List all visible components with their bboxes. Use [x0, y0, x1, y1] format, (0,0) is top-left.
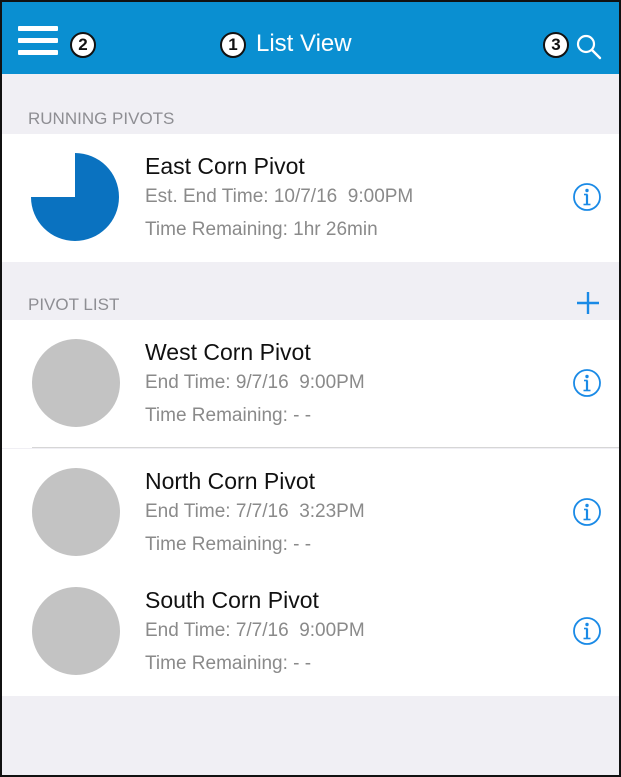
- pivot-time-remaining: Time Remaining: - -: [145, 534, 312, 555]
- callout-marker-3: 3: [543, 32, 569, 58]
- pivot-time-remaining: Time Remaining: - -: [145, 653, 312, 674]
- pivot-time-remaining: Time Remaining: 1hr 26min: [145, 219, 378, 240]
- pivot-list-row[interactable]: North Corn Pivot End Time: 7/7/16 3:23PM…: [2, 449, 619, 577]
- pivot-end-time: End Time: 7/7/16 3:23PM: [145, 501, 365, 522]
- pivot-name: West Corn Pivot: [145, 339, 311, 365]
- progress-pie-fill: [31, 153, 119, 241]
- navigation-bar: 2 1 List View 3: [2, 2, 619, 74]
- running-pivot-row[interactable]: East Corn Pivot Est. End Time: 10/7/16 9…: [2, 134, 619, 262]
- search-icon[interactable]: [574, 32, 604, 62]
- running-pivots-section-header: RUNNING PIVOTS: [2, 104, 619, 134]
- pivot-end-time: End Time: 7/7/16 9:00PM: [145, 620, 365, 641]
- progress-pie-chart: [31, 153, 119, 241]
- info-icon[interactable]: [572, 182, 602, 212]
- pivot-name: North Corn Pivot: [145, 468, 316, 494]
- pivot-list-row[interactable]: West Corn Pivot End Time: 9/7/16 9:00PM …: [2, 320, 619, 448]
- pivot-avatar: [32, 587, 120, 675]
- pivot-end-time: End Time: 9/7/16 9:00PM: [145, 372, 365, 393]
- callout-marker-2: 2: [70, 32, 96, 58]
- section-title-pivot-list: PIVOT LIST: [28, 295, 120, 314]
- pivot-avatar: [32, 339, 120, 427]
- section-title-running-pivots: RUNNING PIVOTS: [28, 109, 175, 128]
- pivot-list-row[interactable]: South Corn Pivot End Time: 7/7/16 9:00PM…: [2, 568, 619, 696]
- info-icon[interactable]: [572, 368, 602, 398]
- pivot-name: South Corn Pivot: [145, 587, 319, 613]
- pivot-end-time: Est. End Time: 10/7/16 9:00PM: [145, 186, 414, 207]
- page-title: List View: [256, 30, 352, 57]
- callout-marker-1: 1: [220, 32, 246, 58]
- pivot-name: East Corn Pivot: [145, 153, 305, 179]
- hamburger-menu-icon[interactable]: [18, 26, 58, 56]
- app-screen: 2 1 List View 3 RUNNING PIVOTS East Corn…: [0, 0, 621, 777]
- info-icon[interactable]: [572, 616, 602, 646]
- plus-icon[interactable]: [575, 290, 601, 316]
- info-icon[interactable]: [572, 497, 602, 527]
- pivot-list-section-header: PIVOT LIST: [2, 290, 619, 320]
- pivot-time-remaining: Time Remaining: - -: [145, 405, 312, 426]
- pivot-avatar: [32, 468, 120, 556]
- row-separator: [32, 447, 619, 448]
